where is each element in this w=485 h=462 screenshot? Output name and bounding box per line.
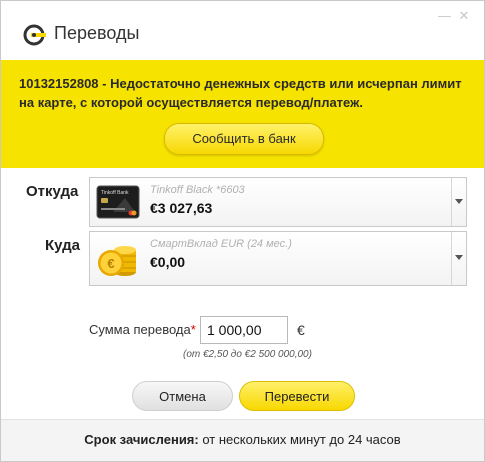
from-account-select[interactable]: Tinkoff Bank Tinkoff Black *6603 €3 027,… <box>89 177 467 227</box>
to-account-select[interactable]: € СмартВклад EUR (24 мес.) €0,00 <box>89 231 467 286</box>
required-mark: * <box>190 322 196 337</box>
window-title: Переводы <box>54 23 140 43</box>
from-dropdown-toggle[interactable] <box>451 178 466 226</box>
card-icon: Tinkoff Bank <box>96 185 140 219</box>
chevron-down-icon <box>455 199 463 204</box>
from-account-balance: €3 027,63 <box>150 200 213 216</box>
window-controls: — ✕ <box>438 9 470 22</box>
transfer-window: Переводы — ✕ 10132152808 - Недостаточно … <box>0 0 485 462</box>
error-message: 10132152808 - Недостаточно денежных сред… <box>19 76 462 110</box>
amount-label: Сумма перевода* <box>89 322 196 337</box>
to-account-name: СмартВклад EUR (24 мес.) <box>150 238 292 250</box>
cancel-button[interactable]: Отмена <box>132 381 233 411</box>
from-label: Откуда <box>26 183 79 200</box>
minimize-icon[interactable]: — <box>438 9 451 22</box>
error-banner: 10132152808 - Недостаточно денежных сред… <box>1 60 484 168</box>
chevron-down-icon <box>455 255 463 260</box>
report-to-bank-button[interactable]: Сообщить в банк <box>164 123 324 155</box>
currency-symbol: € <box>297 322 305 338</box>
to-dropdown-toggle[interactable] <box>451 232 466 285</box>
amount-input[interactable] <box>200 316 288 344</box>
bank-logo-icon <box>23 24 46 46</box>
svg-text:Tinkoff Bank: Tinkoff Bank <box>101 190 129 196</box>
from-account-name: Tinkoff Black *6603 <box>150 184 245 196</box>
credit-term: Срок зачисления: от нескольких минут до … <box>1 432 484 447</box>
amount-label-text: Сумма перевода <box>89 322 191 337</box>
transfer-button[interactable]: Перевести <box>239 381 355 411</box>
to-label: Куда <box>45 237 80 254</box>
title-bar: Переводы — ✕ <box>1 1 484 59</box>
amount-limits: (от €2,50 до €2 500 000,00) <box>183 349 312 360</box>
credit-term-value: от нескольких минут до 24 часов <box>198 432 401 447</box>
coins-icon: € <box>98 246 136 276</box>
svg-text:€: € <box>107 256 114 271</box>
to-account-balance: €0,00 <box>150 254 186 270</box>
footer-bar: Срок зачисления: от нескольких минут до … <box>1 419 484 461</box>
credit-term-label: Срок зачисления: <box>84 432 199 447</box>
close-icon[interactable]: ✕ <box>458 9 470 22</box>
